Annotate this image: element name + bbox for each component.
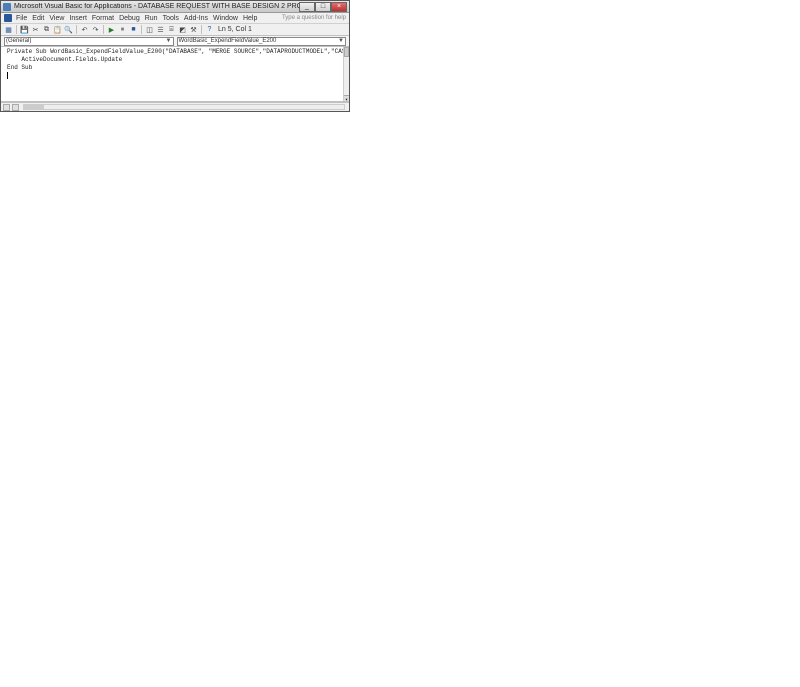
menu-edit[interactable]: Edit: [32, 15, 44, 22]
chevron-down-icon: ▼: [166, 38, 172, 44]
status-bar: [1, 102, 349, 111]
menu-debug[interactable]: Debug: [119, 15, 140, 22]
object-browser-icon[interactable]: ◩: [178, 25, 187, 34]
reset-icon[interactable]: ■: [129, 25, 138, 34]
menu-window[interactable]: Window: [213, 15, 238, 22]
run-icon[interactable]: ▶: [107, 25, 116, 34]
cut-icon[interactable]: ✂: [31, 25, 40, 34]
toolbox-icon[interactable]: ⚒: [189, 25, 198, 34]
redo-icon[interactable]: ↷: [91, 25, 100, 34]
menu-insert[interactable]: Insert: [69, 15, 87, 22]
menu-addins[interactable]: Add-Ins: [184, 15, 208, 22]
menu-help[interactable]: Help: [243, 15, 257, 22]
separator: [201, 25, 202, 34]
design-mode-icon[interactable]: ◫: [145, 25, 154, 34]
menu-view[interactable]: View: [49, 15, 64, 22]
separator: [103, 25, 104, 34]
copy-icon[interactable]: ⧉: [42, 25, 51, 34]
undo-icon[interactable]: ↶: [80, 25, 89, 34]
code-editor[interactable]: Private Sub WordBasic_ExpendFieldValue_E…: [1, 47, 349, 102]
help-search[interactable]: Type a question for help: [282, 15, 346, 21]
project-explorer-icon[interactable]: ☰: [156, 25, 165, 34]
code-line: ActiveDocument.Fields.Update: [7, 56, 343, 64]
object-combo[interactable]: (General) ▼: [4, 37, 174, 46]
procedure-view-icon[interactable]: [3, 104, 10, 111]
help-icon[interactable]: ?: [205, 25, 214, 34]
view-word-icon[interactable]: ▦: [4, 25, 13, 34]
chevron-down-icon: ▼: [338, 38, 344, 44]
window-title: Microsoft Visual Basic for Applications …: [14, 3, 299, 10]
maximize-button[interactable]: □: [315, 2, 331, 12]
separator: [76, 25, 77, 34]
standard-toolbar: ▦ 💾 ✂ ⧉ 📋 🔍 ↶ ↷ ▶ ⏸ ■ ◫ ☰ ⌸ ◩ ⚒ ? Ln 5, …: [1, 24, 349, 36]
code-line: [7, 72, 343, 80]
break-icon[interactable]: ⏸: [118, 25, 127, 34]
scrollbar-thumb[interactable]: [344, 47, 349, 57]
text-cursor: [7, 72, 8, 79]
menu-bar: File Edit View Insert Format Debug Run T…: [1, 13, 349, 24]
title-bar[interactable]: Microsoft Visual Basic for Applications …: [1, 1, 349, 13]
horizontal-scrollbar[interactable]: [23, 104, 345, 110]
procedure-combo[interactable]: WordBasic_ExpendFieldValue_E200 ▼: [177, 37, 347, 46]
paste-icon[interactable]: 📋: [53, 25, 62, 34]
vertical-scrollbar[interactable]: ▾: [343, 47, 349, 101]
separator: [16, 25, 17, 34]
line-col-indicator: Ln 5, Col 1: [218, 26, 252, 33]
menu-file[interactable]: File: [16, 15, 27, 22]
menu-format[interactable]: Format: [92, 15, 114, 22]
window-controls: _ □ ×: [299, 2, 347, 12]
code-navigation-bar: (General) ▼ WordBasic_ExpendFieldValue_E…: [1, 36, 349, 47]
find-icon[interactable]: 🔍: [64, 25, 73, 34]
full-module-view-icon[interactable]: [12, 104, 19, 111]
menu-run[interactable]: Run: [145, 15, 158, 22]
scrollbar-thumb[interactable]: [24, 105, 44, 109]
code-line: Private Sub WordBasic_ExpendFieldValue_E…: [7, 48, 343, 56]
scroll-down-icon[interactable]: ▾: [344, 95, 349, 101]
separator: [141, 25, 142, 34]
code-line: End Sub: [7, 64, 343, 72]
vba-ide-window: Microsoft Visual Basic for Applications …: [0, 0, 350, 112]
procedure-combo-value: WordBasic_ExpendFieldValue_E200: [179, 38, 277, 44]
save-icon[interactable]: 💾: [20, 25, 29, 34]
menu-tools[interactable]: Tools: [163, 15, 179, 22]
close-button[interactable]: ×: [331, 2, 347, 12]
minimize-button[interactable]: _: [299, 2, 315, 12]
object-combo-value: (General): [6, 38, 31, 44]
properties-icon[interactable]: ⌸: [167, 25, 176, 34]
word-icon[interactable]: [4, 14, 12, 22]
vba-app-icon: [3, 3, 11, 11]
